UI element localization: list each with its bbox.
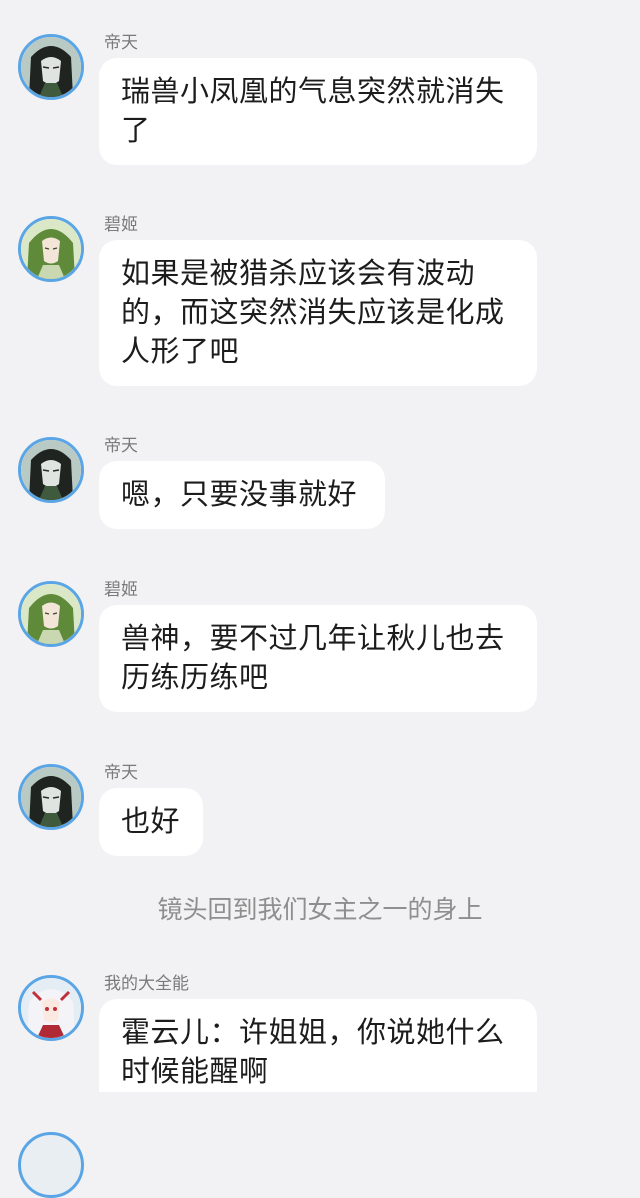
sender-name: 我的大全能 <box>104 974 189 994</box>
sender-name: 帝天 <box>104 436 138 456</box>
dark-haired-man-avatar[interactable] <box>18 34 84 100</box>
message-bubble[interactable]: 也好 <box>99 788 203 856</box>
message-bubble[interactable]: 兽神，要不过几年让秋儿也去历练历练吧 <box>99 605 537 712</box>
message-bubble[interactable]: 如果是被猎杀应该会有波动的，而这突然消失应该是化成人形了吧 <box>99 240 537 386</box>
dark-haired-man-avatar[interactable] <box>18 437 84 503</box>
message-bubble[interactable]: 嗯，只要没事就好 <box>99 461 385 529</box>
white-haired-girl-avatar[interactable] <box>18 975 84 1041</box>
message-bubble[interactable]: 霍云儿：许姐姐，你说她什么时候能醒啊 <box>99 999 537 1092</box>
sender-name: 碧姬 <box>104 215 138 235</box>
dark-haired-man-avatar[interactable] <box>18 764 84 830</box>
green-haired-woman-avatar[interactable] <box>18 581 84 647</box>
narration-caption: 镜头回到我们女主之一的身上 <box>157 895 483 924</box>
partial-avatar <box>18 1132 84 1198</box>
sender-name: 帝天 <box>104 763 138 783</box>
sender-name: 帝天 <box>104 33 138 53</box>
message-bubble[interactable]: 瑞兽小凤凰的气息突然就消失了 <box>99 58 537 165</box>
green-haired-woman-avatar[interactable] <box>18 216 84 282</box>
sender-name: 碧姬 <box>104 580 138 600</box>
chat-thread: 帝天 瑞兽小凤凰的气息突然就消失了 碧姬 如果是被猎杀应该会有波动的，而这突然消… <box>0 0 640 1198</box>
